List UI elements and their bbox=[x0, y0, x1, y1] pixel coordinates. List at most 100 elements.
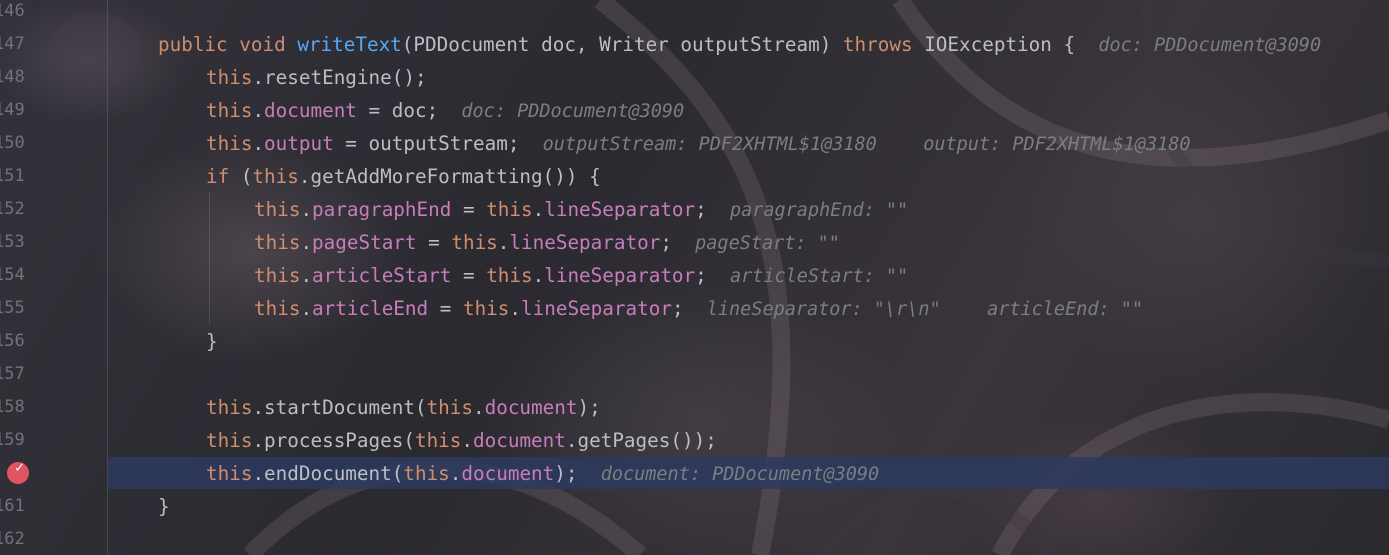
code-text[interactable]: this.startDocument(this.document); bbox=[206, 391, 601, 424]
code-token: .resetEngine(); bbox=[252, 66, 427, 89]
code-line[interactable]: 149 this.document = doc; doc: PDDocument@… bbox=[0, 94, 1389, 127]
code-text[interactable]: this.articleEnd = this.lineSeparator; li… bbox=[254, 292, 1143, 326]
code-text[interactable]: this.output = outputStream; outputStream… bbox=[206, 127, 1191, 161]
code-token: . bbox=[532, 264, 545, 287]
code-token: IOException { bbox=[924, 33, 1076, 56]
code-line[interactable]: 148 this.resetEngine(); bbox=[0, 61, 1389, 94]
keyword-token: this bbox=[426, 396, 473, 419]
code-line[interactable]: 158 this.startDocument(this.document); bbox=[0, 391, 1389, 424]
code-token: = bbox=[451, 198, 487, 221]
code-line[interactable]: 146 bbox=[0, 0, 1389, 28]
code-text[interactable]: this.pageStart = this.lineSeparator; pag… bbox=[254, 226, 840, 260]
debugger-inline-value: lineSeparator: "\r\n" bbox=[706, 299, 941, 320]
line-number[interactable]: 161 bbox=[0, 490, 28, 523]
code-token: ); bbox=[554, 462, 578, 485]
line-number[interactable]: 150 bbox=[0, 127, 28, 160]
code-line[interactable]: 162 bbox=[0, 523, 1389, 555]
keyword-token: this bbox=[451, 231, 498, 254]
field-token: articleStart bbox=[312, 264, 452, 287]
line-number[interactable]: 147 bbox=[0, 28, 28, 61]
line-number[interactable]: 158 bbox=[0, 391, 28, 424]
keyword-token: this bbox=[254, 297, 301, 320]
code-token: ( bbox=[240, 165, 253, 188]
keyword-token: this bbox=[486, 198, 533, 221]
line-number[interactable]: 155 bbox=[0, 292, 28, 325]
field-token: lineSeparator bbox=[509, 231, 661, 254]
debugger-inline-value: articleEnd: "" bbox=[987, 299, 1144, 320]
keyword-token: this bbox=[206, 396, 253, 419]
code-line[interactable]: 147 public void writeText(PDDocument doc,… bbox=[0, 28, 1389, 61]
code-text[interactable]: } bbox=[158, 490, 170, 523]
line-number[interactable]: 159 bbox=[0, 424, 28, 457]
code-text[interactable]: this.endDocument(this.document); documen… bbox=[206, 457, 879, 491]
keyword-token: this bbox=[254, 198, 301, 221]
code-text[interactable]: this.processPages(this.document.getPages… bbox=[206, 424, 717, 457]
line-number[interactable]: 157 bbox=[0, 358, 28, 391]
line-number[interactable]: 153 bbox=[0, 226, 28, 259]
code-line[interactable]: 154 this.articleStart = this.lineSeparato… bbox=[0, 259, 1389, 292]
keyword-token: this bbox=[254, 231, 301, 254]
keyword-token: throws bbox=[842, 33, 925, 56]
line-number[interactable]: 148 bbox=[0, 61, 28, 94]
keyword-token: this bbox=[206, 66, 253, 89]
code-token: . bbox=[449, 462, 462, 485]
field-token: lineSeparator bbox=[544, 198, 696, 221]
code-token: . bbox=[300, 264, 313, 287]
code-token: ; bbox=[660, 231, 672, 254]
code-token: ; bbox=[695, 264, 707, 287]
debugger-inline-value: pageStart: "" bbox=[695, 233, 840, 254]
debugger-inline-value: output: PDF2XHTML$1@3180 bbox=[923, 134, 1191, 155]
code-token: .endDocument( bbox=[252, 462, 404, 485]
code-text[interactable]: public void writeText(PDDocument doc, Wr… bbox=[158, 28, 1321, 62]
code-token: . bbox=[509, 297, 522, 320]
field-token: document bbox=[473, 429, 566, 452]
code-line[interactable]: 150 this.output = outputStream; outputStr… bbox=[0, 127, 1389, 160]
code-text[interactable]: this.articleStart = this.lineSeparator; … bbox=[254, 259, 908, 293]
line-number[interactable]: 162 bbox=[0, 523, 28, 555]
field-token: lineSeparator bbox=[521, 297, 672, 320]
debugger-inline-value: articleStart: "" bbox=[729, 266, 909, 287]
line-number[interactable]: 151 bbox=[0, 160, 28, 193]
code-line[interactable]: 156} bbox=[0, 325, 1389, 358]
code-text[interactable]: this.document = doc; doc: PDDocument@309… bbox=[206, 94, 684, 128]
code-token: . bbox=[252, 99, 265, 122]
code-token: . bbox=[300, 231, 313, 254]
line-number[interactable]: 146 bbox=[0, 0, 28, 28]
field-token: paragraphEnd bbox=[312, 198, 452, 221]
code-token: ); bbox=[577, 396, 601, 419]
keyword-token: this bbox=[254, 264, 301, 287]
code-line[interactable]: 161} bbox=[0, 490, 1389, 523]
code-line[interactable]: 153 this.pageStart = this.lineSeparator; … bbox=[0, 226, 1389, 259]
line-number[interactable]: 152 bbox=[0, 193, 28, 226]
code-line[interactable]: 157 bbox=[0, 358, 1389, 391]
code-token: ; bbox=[695, 198, 707, 221]
code-text[interactable]: if (this.getAddMoreFormatting()) { bbox=[206, 160, 601, 193]
code-line[interactable]: this.endDocument(this.document); documen… bbox=[0, 457, 1389, 490]
code-line[interactable]: 152this.paragraphEnd = this.lineSeparato… bbox=[0, 193, 1389, 226]
code-token: .processPages( bbox=[252, 429, 415, 452]
code-token: . bbox=[252, 132, 265, 155]
code-line[interactable]: 151 if (this.getAddMoreFormatting()) { bbox=[0, 160, 1389, 193]
code-token: = bbox=[416, 231, 452, 254]
keyword-token: public bbox=[158, 33, 240, 56]
code-token: . bbox=[497, 231, 510, 254]
field-token: document bbox=[484, 396, 578, 419]
code-text[interactable]: this.resetEngine(); bbox=[206, 61, 427, 94]
debugger-inline-value: outputStream: PDF2XHTML$1@3180 bbox=[542, 134, 877, 155]
line-number[interactable]: 154 bbox=[0, 259, 28, 292]
code-text[interactable]: this.paragraphEnd = this.lineSeparator; … bbox=[254, 193, 908, 227]
code-text[interactable]: } bbox=[206, 325, 218, 358]
line-number[interactable]: 156 bbox=[0, 325, 28, 358]
code-line[interactable]: 159 this.processPages(this.document.getPa… bbox=[0, 424, 1389, 457]
debugger-inline-value: doc: PDDocument@3090 bbox=[1098, 35, 1322, 56]
code-token: .getAddMoreFormatting()) { bbox=[298, 165, 601, 188]
line-number[interactable]: 149 bbox=[0, 94, 28, 127]
field-token: lineSeparator bbox=[544, 264, 696, 287]
code-line[interactable]: 155 this.articleEnd = this.lineSeparator;… bbox=[0, 292, 1389, 325]
code-token: . bbox=[532, 198, 545, 221]
debugger-inline-value: doc: PDDocument@3090 bbox=[461, 101, 685, 122]
keyword-token: this bbox=[252, 165, 299, 188]
